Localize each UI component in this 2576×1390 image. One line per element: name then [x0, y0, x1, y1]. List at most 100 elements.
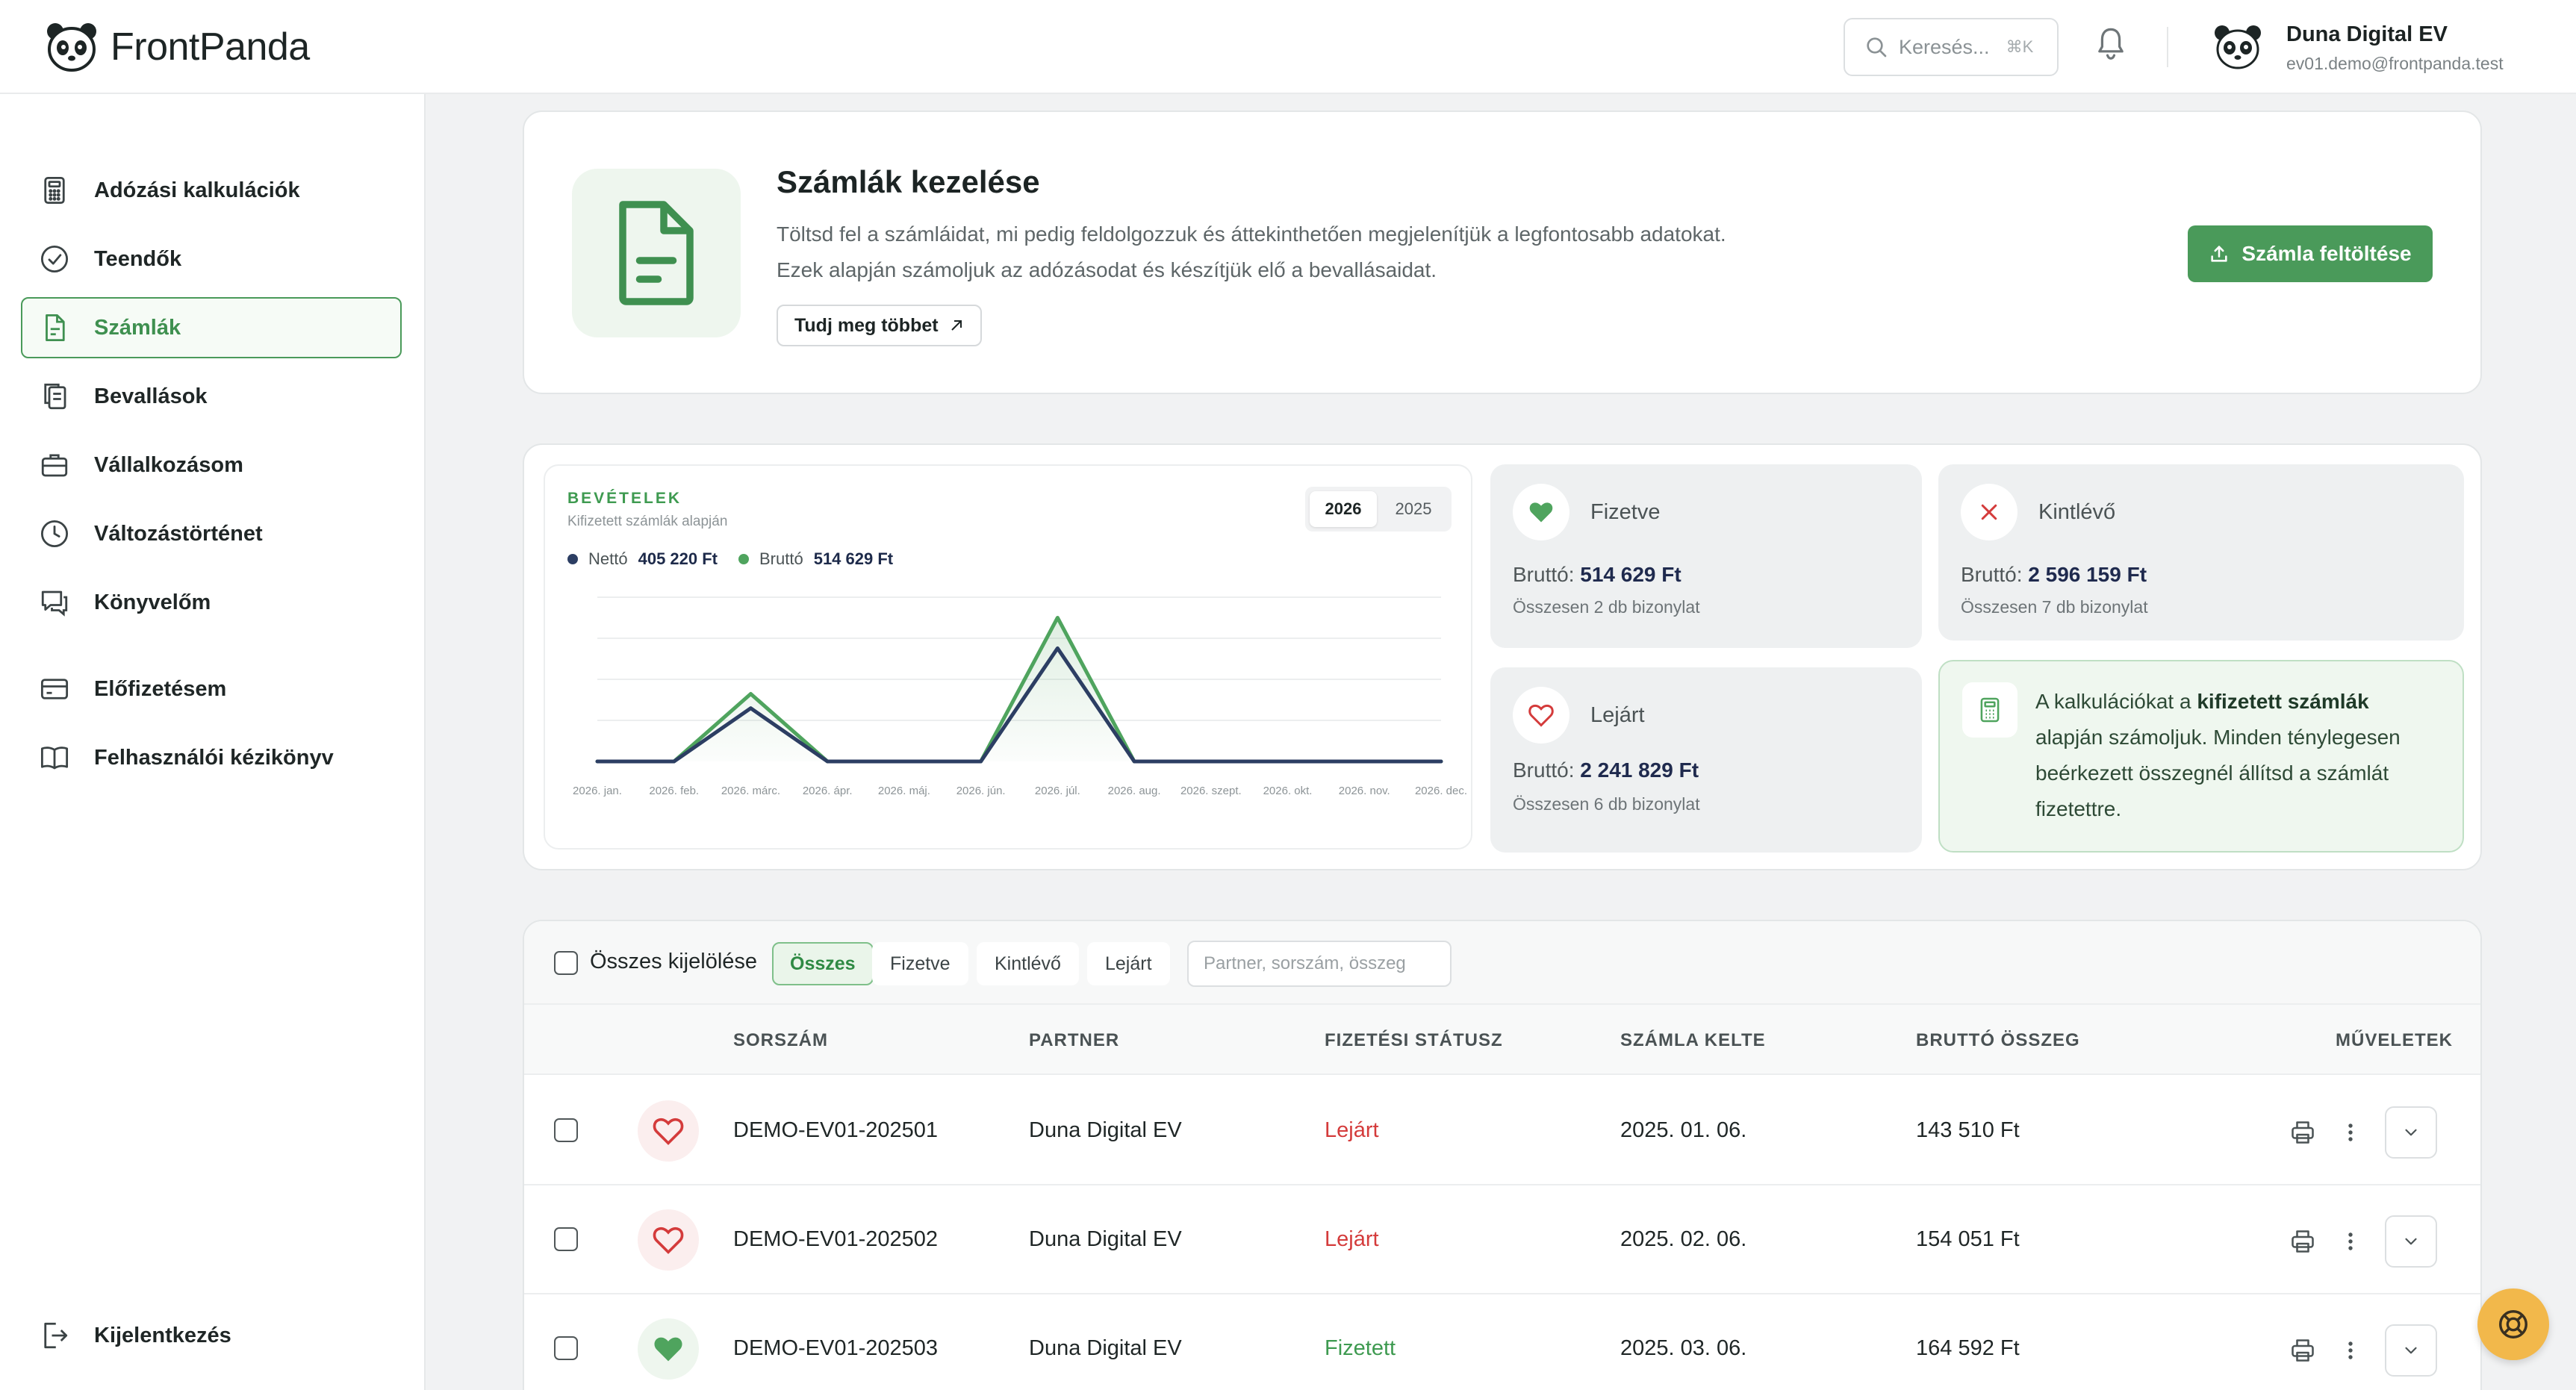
- help-button[interactable]: [2477, 1288, 2549, 1360]
- info-text-bold: kifizetett számlák: [2197, 690, 2369, 713]
- table-row[interactable]: DEMO-EV01-202501 Duna Digital EV Lejárt …: [524, 1076, 2480, 1185]
- calculator-icon: [44, 176, 65, 205]
- invoice-number[interactable]: DEMO-EV01-202501: [733, 1118, 938, 1143]
- logout-icon: [44, 1322, 68, 1349]
- clock-icon: [40, 520, 69, 548]
- row-actions: [2289, 1106, 2437, 1159]
- invoice-status: Lejárt: [1325, 1227, 1379, 1251]
- invoice-number[interactable]: DEMO-EV01-202502: [733, 1227, 938, 1252]
- user-avatar[interactable]: [2213, 22, 2262, 72]
- sidebar-item-change-history[interactable]: Változástörténet: [21, 503, 402, 564]
- credit-card-icon: [40, 679, 69, 699]
- top-header: FrontPanda Keresés... ⌘K Duna Digital EV…: [0, 0, 2576, 94]
- more-vertical-icon[interactable]: [2346, 1228, 2355, 1255]
- outstanding-stat-box[interactable]: Kintlévő Bruttó: 2 596 159 Ft Összesen 7…: [1938, 464, 2464, 641]
- column-invoice-date[interactable]: SZÁMLA KELTE: [1620, 1030, 1766, 1051]
- invoice-icon: [46, 314, 65, 342]
- x-tick-label: 2026. dec.: [1415, 785, 1467, 797]
- filter-all[interactable]: Összes: [772, 942, 874, 985]
- more-vertical-icon[interactable]: [2346, 1337, 2355, 1364]
- invoice-partner: Duna Digital EV: [1029, 1336, 1182, 1360]
- overdue-stat-box[interactable]: Lejárt Bruttó: 2 241 829 Ft Összesen 6 d…: [1490, 667, 1922, 853]
- invoices-intro-card: Számlák kezelése Töltsd fel a számláidat…: [523, 110, 2482, 394]
- print-icon[interactable]: [2289, 1337, 2316, 1364]
- info-text-end: alapján számoljuk. Minden ténylegesen be…: [2035, 726, 2401, 820]
- expand-row-button[interactable]: [2385, 1106, 2437, 1159]
- sidebar-item-my-business[interactable]: Vállalkozásom: [21, 434, 402, 496]
- hero-icon-box: [572, 169, 741, 337]
- x-tick-label: 2026. máj.: [878, 785, 930, 797]
- filter-paid[interactable]: Fizetve: [872, 942, 968, 985]
- column-payment-status[interactable]: FIZETÉSI STÁTUSZ: [1325, 1030, 1503, 1051]
- logout-button[interactable]: Kijelentkezés: [21, 1305, 402, 1366]
- invoice-gross: 164 592 Ft: [1916, 1336, 2020, 1360]
- row-checkbox[interactable]: [554, 1227, 578, 1251]
- invoice-status: Lejárt: [1325, 1118, 1379, 1142]
- sidebar-item-todos[interactable]: Teendők: [21, 228, 402, 290]
- bell-icon[interactable]: [2094, 25, 2127, 63]
- learn-more-label: Tudj meg többet: [794, 314, 939, 336]
- overdue-gross: Bruttó: 2 241 829 Ft: [1513, 758, 1699, 782]
- upload-invoice-button[interactable]: Számla feltöltése: [2188, 225, 2433, 282]
- table-filter-input[interactable]: Partner, sorszám, összeg: [1187, 941, 1452, 987]
- year-button-2025[interactable]: 2025: [1380, 491, 1447, 527]
- filter-overdue[interactable]: Lejárt: [1087, 942, 1170, 985]
- sidebar: Adózási kalkulációk Teendők Számlák Beva…: [0, 94, 426, 1390]
- select-all-label[interactable]: Összes kijelölése: [590, 950, 757, 974]
- search-placeholder: Keresés...: [1899, 35, 1990, 58]
- table-header: SORSZÁM PARTNER FIZETÉSI STÁTUSZ SZÁMLA …: [524, 1005, 2480, 1075]
- invoice-gross: 143 510 Ft: [1916, 1118, 2020, 1142]
- sidebar-item-label: Számlák: [94, 315, 181, 340]
- expand-row-button[interactable]: [2385, 1215, 2437, 1268]
- chat-icon: [41, 590, 68, 617]
- x-tick-label: 2026. júl.: [1035, 785, 1080, 797]
- sidebar-item-user-manual[interactable]: Felhasználói kézikönyv: [21, 727, 402, 788]
- search-icon: [1867, 37, 1887, 57]
- sidebar-item-label: Teendők: [94, 246, 182, 271]
- revenue-stats-card: 2026. jan. 2026. feb. 2026. márc. 2026. ápr…: [523, 443, 2482, 870]
- x-tick-label: 2026. márc.: [721, 785, 780, 797]
- paid-stat-box[interactable]: Fizetve Bruttó: 514 629 Ft Összesen 2 db…: [1490, 464, 1922, 648]
- sidebar-item-invoices[interactable]: Számlák: [21, 297, 402, 358]
- search-box[interactable]: Keresés... ⌘K: [1844, 18, 2059, 76]
- column-actions: MŰVELETEK: [2336, 1030, 2454, 1050]
- gross-legend-label: Bruttó: [759, 549, 803, 568]
- print-icon[interactable]: [2289, 1119, 2316, 1146]
- column-gross-amount[interactable]: BRUTTÓ ÖSSZEG: [1916, 1030, 2080, 1051]
- print-icon[interactable]: [2289, 1228, 2316, 1255]
- learn-more-button[interactable]: Tudj meg többet: [777, 305, 982, 346]
- net-legend-value: 405 220 Ft: [638, 549, 718, 568]
- column-number[interactable]: SORSZÁM: [733, 1030, 828, 1051]
- more-vertical-icon[interactable]: [2346, 1119, 2355, 1146]
- x-tick-label: 2026. aug.: [1108, 785, 1161, 797]
- table-row[interactable]: DEMO-EV01-202502 Duna Digital EV Lejárt …: [524, 1185, 2480, 1294]
- expand-row-button[interactable]: [2385, 1324, 2437, 1377]
- overdue-gross-value: 2 241 829 Ft: [1580, 758, 1699, 782]
- heart-filled-icon: [654, 1337, 682, 1362]
- header-divider: [2167, 27, 2168, 67]
- x-tick-label: 2026. nov.: [1339, 785, 1390, 797]
- row-checkbox[interactable]: [554, 1118, 578, 1142]
- user-name[interactable]: Duna Digital EV: [2286, 22, 2448, 47]
- sidebar-item-label: Változástörténet: [94, 521, 263, 546]
- paid-gross-prefix: Bruttó:: [1513, 563, 1575, 586]
- sidebar-item-tax-calculations[interactable]: Adózási kalkulációk: [21, 160, 402, 221]
- invoice-status: Fizetett: [1325, 1336, 1396, 1360]
- row-status-icon: [638, 1318, 699, 1380]
- filter-outstanding[interactable]: Kintlévő: [977, 942, 1079, 985]
- description-line: Ezek alapján számoljuk az adózásodat és …: [777, 258, 1437, 281]
- sidebar-item-my-accountant[interactable]: Könyvelőm: [21, 572, 402, 633]
- row-checkbox[interactable]: [554, 1336, 578, 1360]
- sidebar-item-tax-returns[interactable]: Bevallások: [21, 366, 402, 427]
- invoice-number[interactable]: DEMO-EV01-202503: [733, 1336, 938, 1361]
- overdue-icon-circle: [1513, 687, 1569, 744]
- app-logo[interactable]: FrontPanda: [45, 21, 310, 73]
- chevron-down-icon: [2405, 1238, 2417, 1245]
- table-row[interactable]: DEMO-EV01-202503 Duna Digital EV Fizetet…: [524, 1294, 2480, 1390]
- chevron-down-icon: [2405, 1129, 2417, 1136]
- select-all-checkbox[interactable]: [554, 951, 578, 975]
- year-button-2026[interactable]: 2026: [1310, 491, 1377, 527]
- gross-legend-dot: [738, 554, 749, 564]
- column-partner[interactable]: PARTNER: [1029, 1030, 1119, 1051]
- sidebar-item-subscription[interactable]: Előfizetésem: [21, 658, 402, 720]
